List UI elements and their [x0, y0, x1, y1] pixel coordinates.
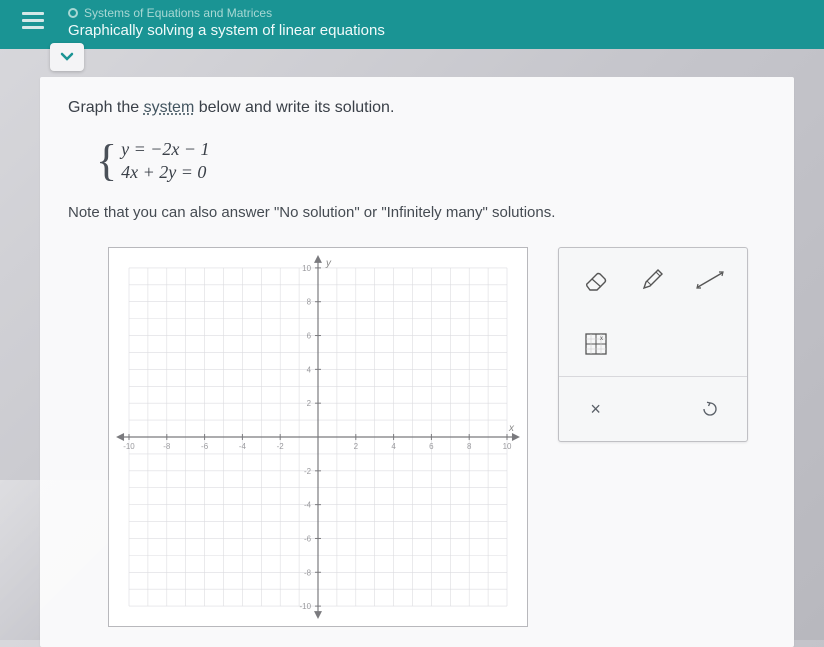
svg-text:-8: -8 [304, 568, 312, 577]
graph-canvas[interactable]: y x -10 -10 -8 -8 -6 -6 -4 -4 -2 -2 2 2 4 4 6 6 8 8 10 10 [108, 247, 528, 627]
instruction-note: Note that you can also answer "No soluti… [68, 204, 766, 221]
app-header: Systems of Equations and Matrices Graphi… [0, 0, 824, 49]
equation-1: y = −2x − 1 [121, 139, 209, 160]
svg-text:10: 10 [302, 264, 311, 273]
line-icon [695, 270, 725, 290]
line-tool[interactable] [686, 260, 734, 300]
grid-zoom-tool[interactable]: x [572, 324, 620, 364]
svg-text:-4: -4 [239, 442, 247, 451]
x-axis-label: x [508, 423, 515, 434]
svg-text:4: 4 [391, 442, 396, 451]
tool-panel: x × [558, 247, 748, 442]
svg-text:8: 8 [467, 442, 472, 451]
svg-text:-8: -8 [163, 442, 171, 451]
collapse-toggle[interactable] [50, 43, 84, 71]
svg-text:2: 2 [354, 442, 359, 451]
svg-text:6: 6 [307, 332, 312, 341]
reset-button[interactable] [686, 389, 734, 429]
chevron-down-icon [60, 52, 74, 62]
clear-button[interactable]: × [572, 389, 620, 429]
svg-text:2: 2 [307, 399, 312, 408]
content-panel: Graph the system below and write its sol… [40, 77, 794, 647]
y-axis-label: y [325, 258, 332, 269]
brace-icon: { [96, 135, 117, 186]
svg-text:-6: -6 [304, 534, 312, 543]
svg-text:-6: -6 [201, 442, 209, 451]
equation-2: 4x + 2y = 0 [121, 162, 209, 183]
svg-text:x: x [600, 336, 603, 342]
page-title: Graphically solving a system of linear e… [68, 22, 824, 39]
breadcrumb-dot-icon [68, 8, 78, 18]
equation-system: { y = −2x − 1 4x + 2y = 0 [96, 135, 766, 186]
svg-text:10: 10 [503, 442, 512, 451]
svg-text:-10: -10 [123, 442, 135, 451]
svg-text:-2: -2 [304, 467, 312, 476]
svg-text:8: 8 [307, 298, 312, 307]
close-icon: × [590, 399, 601, 420]
svg-text:-2: -2 [277, 442, 285, 451]
grid-icon: x [584, 332, 608, 356]
breadcrumb: Systems of Equations and Matrices [68, 6, 824, 20]
question-prompt: Graph the system below and write its sol… [68, 99, 766, 117]
coordinate-grid: y x -10 -10 -8 -8 -6 -6 -4 -4 -2 -2 2 2 4 4 6 6 8 8 10 10 [109, 248, 527, 626]
undo-icon [701, 400, 719, 418]
eraser-icon [582, 269, 610, 291]
eraser-tool[interactable] [572, 260, 620, 300]
svg-text:-4: -4 [304, 501, 312, 510]
svg-text:-10: -10 [300, 602, 312, 611]
system-term-link[interactable]: system [144, 99, 195, 116]
pencil-tool[interactable] [629, 260, 677, 300]
breadcrumb-label: Systems of Equations and Matrices [84, 6, 272, 20]
svg-text:6: 6 [429, 442, 434, 451]
menu-icon[interactable] [22, 12, 44, 30]
svg-text:4: 4 [307, 365, 312, 374]
pencil-icon [640, 268, 666, 292]
